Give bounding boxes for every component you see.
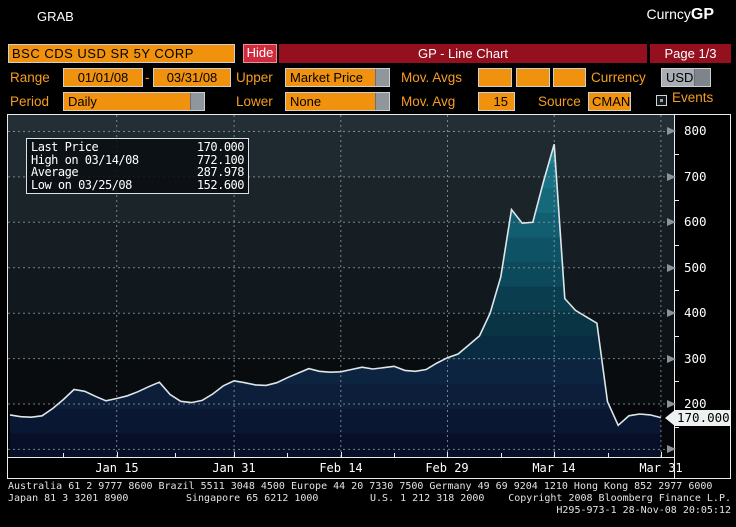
gridline-arrow-icon bbox=[667, 445, 676, 453]
legend-value: 287.978 bbox=[196, 165, 245, 179]
terminal-command-text: GRAB bbox=[37, 9, 74, 24]
footer-copyright: Copyright 2008 Bloomberg Finance L.P. bbox=[508, 493, 731, 504]
currency-value: USD bbox=[666, 70, 694, 85]
gridline-arrow-icon bbox=[667, 127, 676, 135]
dropdown-handle-icon[interactable] bbox=[375, 69, 389, 86]
y-axis-minor-tick bbox=[674, 290, 679, 291]
x-axis-label: Feb 14 bbox=[319, 461, 363, 475]
y-axis-minor-tick bbox=[674, 154, 679, 155]
y-axis-minor-tick bbox=[674, 200, 679, 201]
gridline-arrow-icon bbox=[667, 400, 676, 408]
x-axis-tick bbox=[554, 452, 555, 457]
x-axis-tick bbox=[117, 452, 118, 457]
x-axis-minor-tick bbox=[608, 453, 609, 457]
x-axis-label: Feb 29 bbox=[425, 461, 469, 475]
legend-row: Average 287.978 bbox=[31, 165, 245, 179]
last-price-tag: 170.000 bbox=[665, 410, 731, 426]
x-axis-label: Mar 31 bbox=[639, 461, 683, 475]
y-axis-label: 700 bbox=[684, 169, 707, 184]
y-axis-label: 300 bbox=[684, 351, 707, 366]
legend-value: 170.000 bbox=[196, 140, 245, 154]
y-axis-minor-tick bbox=[674, 336, 679, 337]
mov-avg-input-1[interactable] bbox=[478, 68, 512, 87]
lower-label: Lower bbox=[236, 94, 273, 109]
chart-frame: Last Price 170.000 High on 03/14/08 772.10… bbox=[7, 114, 731, 479]
function-name: CurncyGP bbox=[647, 6, 714, 24]
y-axis-label: 200 bbox=[684, 396, 707, 411]
y-axis-label: 800 bbox=[684, 123, 707, 138]
footer-japan: Japan 81 3 3201 8900 bbox=[8, 493, 129, 504]
y-axis-minor-tick bbox=[674, 245, 679, 246]
x-axis-minor-tick bbox=[287, 453, 288, 457]
lower-dropdown[interactable]: None bbox=[285, 92, 390, 111]
page-indicator[interactable]: Page 1/3 bbox=[650, 44, 731, 63]
mov-avg-input-2[interactable] bbox=[516, 68, 550, 87]
range-to-input[interactable]: 03/31/08 bbox=[153, 68, 231, 87]
source-input[interactable]: CMAN bbox=[588, 92, 631, 111]
period-value: Daily bbox=[68, 94, 97, 109]
range-separator: - bbox=[145, 70, 150, 85]
chart-legend: Last Price 170.000 High on 03/14/08 772.10… bbox=[26, 138, 249, 194]
legend-row: Last Price 170.000 bbox=[31, 140, 245, 154]
dropdown-handle-icon[interactable] bbox=[190, 93, 204, 110]
security-ticker-input[interactable]: BSC CDS USD SR 5Y CORP bbox=[8, 44, 235, 63]
gridline-arrow-icon bbox=[667, 264, 676, 272]
events-label: Events bbox=[672, 90, 714, 105]
x-axis-tick bbox=[341, 452, 342, 457]
legend-row: Low on 03/25/08 152.600 bbox=[31, 177, 245, 192]
gridline-arrow-icon bbox=[667, 173, 676, 181]
currency-dropdown[interactable]: USD bbox=[661, 68, 711, 87]
events-checkbox[interactable] bbox=[656, 95, 667, 106]
legend-value: 152.600 bbox=[196, 177, 245, 192]
x-axis-label: Jan 31 bbox=[212, 461, 256, 475]
gridline-arrow-icon bbox=[667, 218, 676, 226]
upper-label: Upper bbox=[236, 70, 273, 85]
range-label: Range bbox=[10, 70, 50, 85]
mov-avgs-label: Mov. Avgs bbox=[401, 70, 463, 85]
legend-label: Last Price bbox=[31, 140, 99, 154]
mov-avg-label: Mov. Avg bbox=[401, 94, 456, 109]
x-axis-minor-tick bbox=[63, 453, 64, 457]
x-axis-tick bbox=[661, 452, 662, 457]
lower-value: None bbox=[290, 94, 322, 109]
y-axis-minor-tick bbox=[674, 427, 679, 428]
legend-label: Low on 03/25/08 bbox=[31, 177, 132, 192]
chart-overlay: Last Price 170.000 High on 03/14/08 772.10… bbox=[8, 115, 731, 478]
checkbox-dot-icon bbox=[660, 99, 663, 102]
mov-avg-period-input[interactable]: 15 bbox=[478, 92, 515, 111]
currency-label: Currency bbox=[591, 70, 646, 85]
y-axis-label: 500 bbox=[684, 260, 707, 275]
x-axis-minor-tick bbox=[394, 453, 395, 457]
x-axis-minor-tick bbox=[501, 453, 502, 457]
chart-title-bar: GP - Line Chart bbox=[279, 44, 647, 63]
x-axis-tick bbox=[447, 452, 448, 457]
y-axis-label: 600 bbox=[684, 214, 707, 229]
y-axis-minor-tick bbox=[674, 381, 679, 382]
footer-singapore: Singapore 65 6212 1000 bbox=[186, 493, 319, 504]
range-from-input[interactable]: 01/01/08 bbox=[63, 68, 143, 87]
y-axis-label: 400 bbox=[684, 305, 707, 320]
footer-session-id: H295-973-1 28-Nov-08 20:05:12 bbox=[556, 505, 731, 516]
dropdown-handle-icon[interactable] bbox=[375, 93, 389, 110]
brand-suffix: GP bbox=[690, 6, 714, 23]
period-dropdown[interactable]: Daily bbox=[63, 92, 205, 111]
x-axis-minor-tick bbox=[175, 453, 176, 457]
mov-avg-input-3[interactable] bbox=[553, 68, 586, 87]
hide-button[interactable]: Hide bbox=[243, 44, 277, 63]
x-axis-label: Mar 14 bbox=[532, 461, 576, 475]
x-axis-tick bbox=[234, 452, 235, 457]
footer-us: U.S. 1 212 318 2000 bbox=[370, 493, 485, 504]
gridline-arrow-icon bbox=[667, 355, 676, 363]
legend-label: Average bbox=[31, 165, 79, 179]
brand-prefix: Curncy bbox=[646, 6, 691, 22]
gridline-arrow-icon bbox=[667, 309, 676, 317]
dropdown-handle-icon[interactable] bbox=[694, 69, 710, 86]
x-axis-label: Jan 15 bbox=[95, 461, 139, 475]
footer-phone-line: Australia 61 2 9777 8600 Brazil 5511 304… bbox=[8, 481, 713, 492]
source-label: Source bbox=[538, 94, 581, 109]
upper-dropdown[interactable]: Market Price bbox=[285, 68, 390, 87]
period-label: Period bbox=[10, 94, 50, 109]
upper-value: Market Price bbox=[290, 70, 363, 85]
